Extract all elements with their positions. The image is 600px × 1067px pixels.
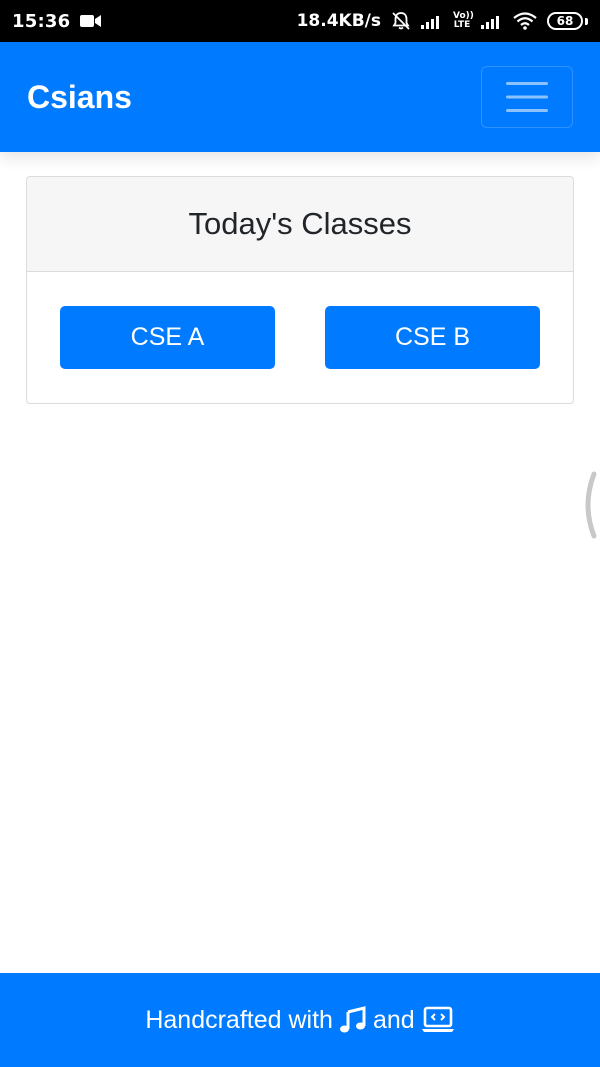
laptop-code-icon xyxy=(421,1006,455,1034)
menu-toggle-button[interactable] xyxy=(481,66,573,128)
footer-text-before: Handcrafted with xyxy=(145,1005,333,1034)
battery-level: 68 xyxy=(547,12,583,30)
status-bar: 15:36 18.4KB/s Vo)) LTE 68 xyxy=(0,0,600,42)
signal-icon xyxy=(421,13,443,29)
hamburger-menu-icon xyxy=(506,81,548,113)
bell-off-icon xyxy=(391,11,411,31)
battery-icon: 68 xyxy=(547,12,588,30)
volte-bottom-label: LTE xyxy=(453,20,471,30)
status-time: 15:36 xyxy=(12,10,71,32)
footer: Handcrafted with and xyxy=(0,973,600,1067)
footer-text-middle: and xyxy=(372,1005,415,1034)
card-body: CSE A CSE B xyxy=(27,272,573,403)
card-title: Today's Classes xyxy=(188,206,412,241)
network-speed: 18.4KB/s xyxy=(296,11,381,31)
navbar: Csians xyxy=(0,42,600,152)
classes-card: Today's Classes CSE A CSE B xyxy=(26,176,574,404)
card-header: Today's Classes xyxy=(27,177,573,272)
wifi-icon xyxy=(513,12,537,30)
edge-swipe-handle[interactable] xyxy=(580,470,600,540)
music-note-icon xyxy=(339,1006,367,1034)
brand-title[interactable]: Csians xyxy=(27,79,132,116)
battery-tip xyxy=(585,17,588,25)
status-right: 18.4KB/s Vo)) LTE 68 xyxy=(297,11,588,31)
cse-a-button[interactable]: CSE A xyxy=(60,306,275,369)
status-left: 15:36 xyxy=(12,11,102,32)
volte-icon: Vo)) LTE xyxy=(453,12,474,30)
signal-icon xyxy=(481,13,503,29)
cse-b-button[interactable]: CSE B xyxy=(325,306,540,369)
video-camera-icon xyxy=(80,14,102,28)
